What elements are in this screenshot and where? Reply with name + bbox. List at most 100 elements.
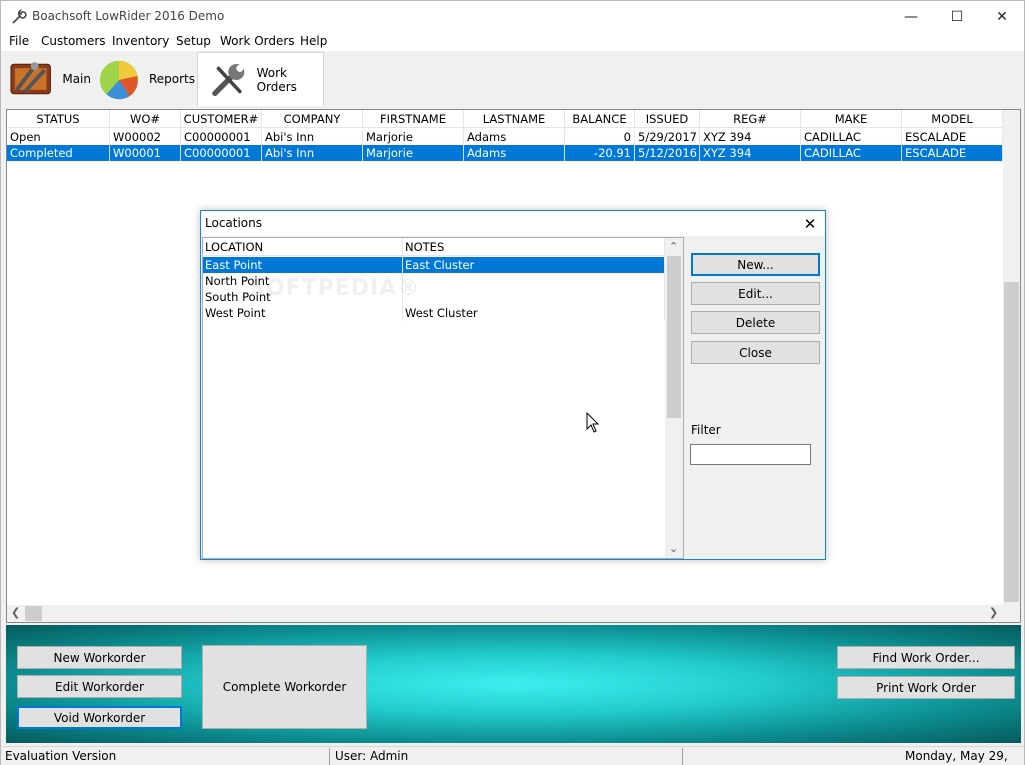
cell-firstname: Marjorie (363, 129, 464, 145)
complete-workorder-button[interactable]: Complete Workorder (202, 645, 367, 729)
cell-lastname: Adams (464, 129, 565, 145)
locations-scrollbar[interactable]: ⌃ ⌄ (665, 238, 683, 558)
grid-header: STATUS WO# CUSTOMER# COMPANY FIRSTNAME L… (7, 110, 1007, 128)
edit-location-button[interactable]: Edit... (691, 282, 820, 305)
location-name: West Point (203, 305, 403, 321)
toolbar-reports-label: Reports (148, 72, 195, 86)
menu-setup[interactable]: Setup (176, 34, 211, 48)
dialog-title-bar: Locations ✕ (201, 211, 825, 236)
pie-chart-icon (99, 60, 139, 100)
maximize-icon: ☐ (950, 8, 964, 25)
column-header-issued[interactable]: ISSUED (635, 110, 700, 127)
new-workorder-button[interactable]: New Workorder (17, 646, 182, 669)
menu-file[interactable]: File (9, 34, 29, 48)
delete-location-button[interactable]: Delete (691, 311, 820, 334)
toolbar-main-button[interactable]: Main (5, 52, 91, 106)
cell-wo: W00002 (110, 129, 181, 145)
table-row[interactable]: Open W00002 C00000001 Abi's Inn Marjorie… (7, 129, 1007, 145)
edit-workorder-button[interactable]: Edit Workorder (17, 675, 182, 698)
toolbar-work-orders-button[interactable]: Work Orders (197, 52, 324, 106)
grid-vertical-scrollbar[interactable] (1003, 110, 1020, 606)
filter-label: Filter (691, 423, 721, 437)
column-header-reg[interactable]: REG# (700, 110, 801, 127)
column-header-customer[interactable]: CUSTOMER# (181, 110, 262, 127)
locations-dialog: Locations ✕ LOCATION NOTES East Point Ea… (200, 210, 826, 560)
void-workorder-button[interactable]: Void Workorder (17, 706, 182, 729)
cell-balance: -20.91 (565, 145, 635, 161)
column-header-status[interactable]: STATUS (7, 110, 110, 127)
cell-firstname: Marjorie (363, 145, 464, 161)
cell-status: Completed (7, 145, 110, 161)
cell-customer: C00000001 (181, 145, 262, 161)
cell-model: ESCALADE (902, 129, 1003, 145)
column-header-location[interactable]: LOCATION (203, 238, 403, 255)
table-row-selected[interactable]: Completed W00001 C00000001 Abi's Inn Mar… (7, 145, 1007, 161)
cell-customer: C00000001 (181, 129, 262, 145)
grid-vertical-scroll-thumb[interactable] (1004, 282, 1019, 602)
maximize-button[interactable]: ☐ (934, 1, 980, 32)
status-date: Monday, May 29, 20 (905, 749, 1008, 765)
column-header-company[interactable]: COMPANY (262, 110, 363, 127)
cell-make: CADILLAC (801, 129, 902, 145)
column-header-make[interactable]: MAKE (801, 110, 902, 127)
close-icon: ✕ (996, 8, 1008, 25)
minimize-button[interactable]: — (888, 1, 934, 32)
cell-issued: 5/12/2016 (635, 145, 700, 161)
menu-inventory[interactable]: Inventory (112, 34, 169, 48)
status-bar: Evaluation Version User: Admin Monday, M… (1, 746, 1024, 765)
column-header-balance[interactable]: BALANCE (565, 110, 635, 127)
menu-customers[interactable]: Customers (41, 34, 106, 48)
column-header-firstname[interactable]: FIRSTNAME (363, 110, 464, 127)
column-header-wo[interactable]: WO# (110, 110, 181, 127)
cell-company: Abi's Inn (262, 145, 363, 161)
minimize-icon: — (904, 8, 918, 25)
watermark: SOFTPEDIA® (249, 276, 421, 301)
close-dialog-button[interactable]: Close (691, 341, 820, 364)
locations-scroll-thumb[interactable] (667, 256, 681, 418)
status-user: User: Admin (335, 749, 409, 763)
toolbar-reports-button[interactable]: Reports (95, 52, 195, 106)
scroll-down-icon[interactable]: ⌄ (669, 542, 678, 555)
cell-issued: 5/29/2017 (635, 129, 700, 145)
scroll-right-icon[interactable]: ❯ (989, 606, 998, 619)
filter-input[interactable] (690, 444, 811, 465)
cell-reg: XYZ 394 (700, 129, 801, 145)
close-button[interactable]: ✕ (979, 1, 1025, 32)
location-notes: West Cluster (403, 305, 665, 321)
column-header-notes[interactable]: NOTES (403, 238, 665, 255)
location-notes (403, 289, 665, 305)
list-item-selected[interactable]: East Point East Cluster (203, 257, 665, 273)
menu-work-orders[interactable]: Work Orders (220, 34, 295, 48)
column-header-lastname[interactable]: LASTNAME (464, 110, 565, 127)
list-item[interactable]: West Point West Cluster (203, 305, 665, 321)
new-location-button[interactable]: New... (691, 253, 820, 276)
menu-help[interactable]: Help (300, 34, 327, 48)
scroll-up-icon[interactable]: ⌃ (669, 240, 678, 253)
column-header-model[interactable]: MODEL (902, 110, 1003, 127)
toolbox-icon (10, 62, 51, 95)
toolbar-work-orders-label: Work Orders (256, 65, 297, 94)
cell-lastname: Adams (464, 145, 565, 161)
title-bar: Boachsoft LowRider 2016 Demo — ☐ ✕ (1, 1, 1024, 32)
action-panel: New Workorder Edit Workorder Void Workor… (6, 625, 1021, 743)
print-work-order-button[interactable]: Print Work Order (837, 676, 1015, 699)
wrench-app-icon (12, 9, 27, 24)
grid-horizontal-scrollbar[interactable]: ❮ ❯ (7, 605, 1020, 622)
status-evaluation: Evaluation Version (5, 749, 117, 763)
window-title: Boachsoft LowRider 2016 Demo (32, 9, 225, 23)
cell-make: CADILLAC (801, 145, 902, 161)
dialog-close-icon[interactable]: ✕ (795, 211, 825, 236)
grid-horizontal-scroll-thumb[interactable] (25, 606, 42, 621)
cell-company: Abi's Inn (262, 129, 363, 145)
scroll-left-icon[interactable]: ❮ (11, 606, 20, 619)
status-divider (329, 748, 330, 765)
status-divider (682, 748, 683, 765)
cell-model: ESCALADE (902, 145, 1003, 161)
cell-balance: 0 (565, 129, 635, 145)
location-name: East Point (203, 257, 403, 273)
cell-status: Open (7, 129, 110, 145)
app-window: Boachsoft LowRider 2016 Demo — ☐ ✕ File … (0, 0, 1025, 765)
find-work-order-button[interactable]: Find Work Order... (837, 646, 1015, 669)
location-notes (403, 273, 665, 289)
mouse-cursor-icon (586, 412, 600, 433)
